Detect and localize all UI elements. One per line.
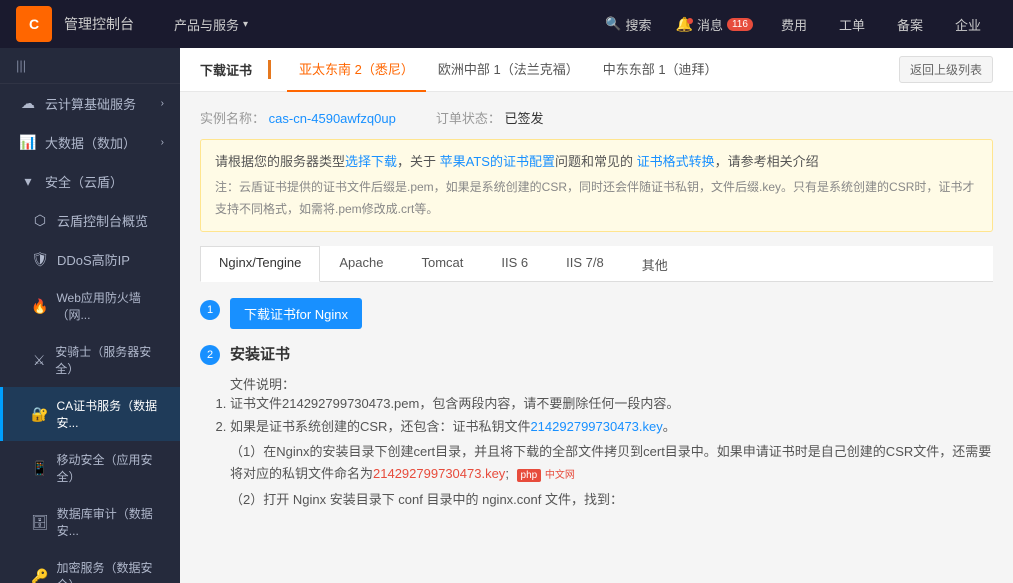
apple-ats-link[interactable]: 苹果ATS的证书配置 (440, 154, 555, 169)
sidebar-item-ddos[interactable]: 🛡 DDoS高防IP (0, 240, 180, 279)
tab-frankfurt[interactable]: 欧洲中部 1（法兰克福） (426, 48, 591, 92)
bigdata-icon: 📊 (19, 134, 37, 151)
download-link[interactable]: 选择下载 (345, 154, 397, 169)
order-status-value: 已签发 (504, 111, 543, 126)
message-count-badge: 116 (727, 18, 753, 31)
notice-box: 请根据您的服务器类型选择下载，关于 苹果ATS的证书配置问题和常见的 证书格式转… (200, 139, 993, 232)
tab-tomcat[interactable]: Tomcat (402, 246, 482, 282)
console-title: 管理控制台 (64, 14, 134, 34)
back-to-list-button[interactable]: 返回上级列表 (899, 56, 993, 83)
fire-icon: 🔥 (31, 298, 48, 315)
tab-iis6[interactable]: IIS 6 (482, 246, 547, 282)
php-china-badge: php (517, 469, 542, 482)
chevron-down-icon: ▾ (243, 19, 248, 30)
sidebar: ||| ☁ 云计算基础服务 › 📊 大数据（数加） › ▾ 安全（云盾） ⬡ 云… (0, 48, 180, 583)
main-content: 下载证书 亚太东南 2（悉尼） 欧洲中部 1（法兰克福） 中东东部 1（迪拜） … (180, 48, 1013, 583)
sidebar-item-ca[interactable]: 🔐 CA证书服务（数据安... (0, 387, 180, 441)
key-icon: 🔑 (31, 568, 48, 583)
notice-line2: 注：云盾证书提供的证书文件后缀是.pem，如果是系统创建的CSR，同时还会伴随证… (215, 177, 978, 220)
icp-menu[interactable]: 备案 (881, 0, 939, 48)
sword-icon: ⚔ (31, 352, 47, 369)
tab-other[interactable]: 其他 (623, 246, 687, 282)
billing-menu[interactable]: 费用 (765, 0, 823, 48)
sidebar-toggle[interactable]: ||| (0, 48, 180, 84)
chevron-right-icon: › (161, 137, 164, 148)
install-title: 安装证书 (230, 343, 993, 364)
install-section: 安装证书 文件说明： 证书文件214292799730473.pem，包含两段内… (230, 343, 993, 511)
notification-dot (687, 18, 693, 24)
chevron-right-icon: › (161, 98, 164, 109)
search-button[interactable]: 🔍 搜索 (593, 0, 663, 48)
tech-tabs: Nginx/Tengine Apache Tomcat IIS 6 IIS 7/… (200, 246, 993, 282)
step1-circle: 1 (200, 300, 220, 320)
instance-name-field: 实例名称： cas-cn-4590awfzq0up (200, 108, 396, 127)
content-body: 实例名称： cas-cn-4590awfzq0up 订单状态： 已签发 请根据您… (180, 92, 1013, 541)
tab-nginx[interactable]: Nginx/Tengine (200, 246, 320, 282)
step1-item: 1 下载证书for Nginx (200, 298, 993, 329)
sidebar-item-cloud-compute[interactable]: ☁ 云计算基础服务 › (0, 84, 180, 123)
key-file-link[interactable]: 214292799730473.key (530, 419, 662, 434)
products-services-menu[interactable]: 产品与服务 ▾ (158, 0, 264, 48)
sidebar-item-mobile-security[interactable]: 📱 移动安全（应用安全） (0, 441, 180, 495)
tab-apache[interactable]: Apache (320, 246, 402, 282)
install-step-2: （2）打开 Nginx 安装目录下 conf 目录中的 nginx.conf 文… (230, 489, 993, 511)
hexagon-icon: ⬡ (31, 212, 49, 229)
cert-format-link[interactable]: 证书格式转换 (637, 154, 715, 169)
php-china-label: 中文网 (545, 470, 575, 481)
tab-dubai[interactable]: 中东东部 1（迪拜） (591, 48, 730, 92)
cloud-icon: ☁ (19, 95, 37, 112)
shield-icon: ▾ (19, 173, 37, 190)
file-description: 文件说明： 证书文件214292799730473.pem，包含两段内容，请不要… (230, 374, 993, 435)
database-icon: 🗄 (31, 514, 49, 531)
messages-button[interactable]: 🔔 消息 116 (664, 0, 765, 48)
sidebar-item-bigdata[interactable]: 📊 大数据（数加） › (0, 123, 180, 162)
main-layout: ||| ☁ 云计算基础服务 › 📊 大数据（数加） › ▾ 安全（云盾） ⬡ 云… (0, 48, 1013, 583)
file-desc-item-2: 如果是证书系统创建的CSR，还包含：证书私钥文件214292799730473.… (230, 416, 993, 435)
file-desc-item-1: 证书文件214292799730473.pem，包含两段内容，请不要删除任何一段… (230, 393, 993, 412)
sidebar-item-encryption[interactable]: 🔑 加密服务（数据安全） (0, 549, 180, 583)
sidebar-item-knight[interactable]: ⚔ 安骑士（服务器安全） (0, 333, 180, 387)
enterprise-menu[interactable]: 企业 (939, 0, 997, 48)
top-navigation: C 管理控制台 产品与服务 ▾ 🔍 搜索 🔔 消息 116 费用 工单 备案 企… (0, 0, 1013, 48)
order-status-field: 订单状态： 已签发 (436, 108, 544, 127)
brand-logo: C (16, 6, 52, 42)
ddos-icon: 🛡 (31, 251, 49, 268)
instance-info: 实例名称： cas-cn-4590awfzq0up 订单状态： 已签发 (200, 108, 993, 127)
sidebar-item-db-audit[interactable]: 🗄 数据库审计（数据安... (0, 495, 180, 549)
instance-name-value[interactable]: cas-cn-4590awfzq0up (269, 111, 396, 126)
notice-line1: 请根据您的服务器类型选择下载，关于 苹果ATS的证书配置问题和常见的 证书格式转… (215, 150, 978, 173)
sidebar-item-security[interactable]: ▾ 安全（云盾） (0, 162, 180, 201)
tab-iis78[interactable]: IIS 7/8 (547, 246, 623, 282)
install-step-1: （1）在Nginx的安装目录下创建cert目录，并且将下载的全部文件拷贝到cer… (230, 441, 993, 485)
sub-tab-bar: 下载证书 亚太东南 2（悉尼） 欧洲中部 1（法兰克福） 中东东部 1（迪拜） … (180, 48, 1013, 92)
sidebar-item-waf[interactable]: 🔥 Web应用防火墙（网... (0, 279, 180, 333)
search-icon: 🔍 (605, 16, 621, 32)
workorder-menu[interactable]: 工单 (823, 0, 881, 48)
sidebar-item-shield-overview[interactable]: ⬡ 云盾控制台概览 (0, 201, 180, 240)
step2-item: 2 安装证书 文件说明： 证书文件214292799730473.pem，包含两… (200, 343, 993, 511)
mobile-icon: 📱 (31, 460, 48, 477)
section-title: 下载证书 (200, 60, 271, 79)
certificate-icon: 🔐 (31, 406, 48, 423)
tab-sydney[interactable]: 亚太东南 2（悉尼） (287, 48, 426, 92)
step2-circle: 2 (200, 345, 220, 365)
download-nginx-button[interactable]: 下载证书for Nginx (230, 298, 362, 329)
